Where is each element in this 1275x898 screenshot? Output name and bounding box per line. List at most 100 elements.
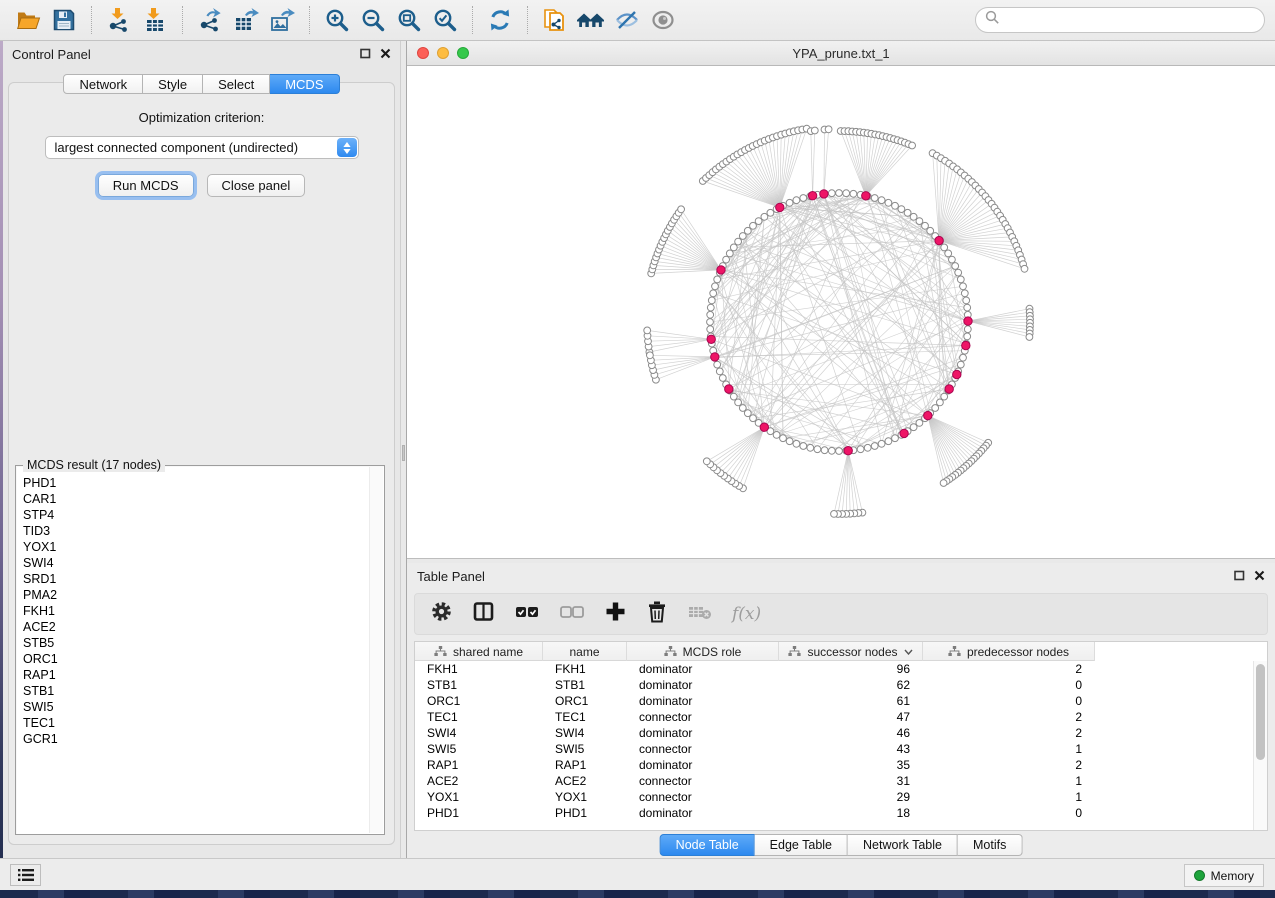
table-panel-title: Table Panel: [417, 569, 485, 584]
tab-style[interactable]: Style: [143, 74, 203, 94]
zoom-in-icon[interactable]: [319, 3, 355, 37]
deselect-all-icon[interactable]: [559, 600, 585, 628]
table-row[interactable]: ACE2ACE2connector311: [415, 773, 1253, 789]
column-header-mcds-role[interactable]: MCDS role: [627, 642, 779, 661]
network-view-title: YPA_prune.txt_1: [407, 46, 1275, 61]
show-columns-icon[interactable]: [472, 600, 495, 628]
cell-successor-nodes: 46: [779, 726, 923, 740]
save-icon[interactable]: [46, 3, 82, 37]
memory-button[interactable]: Memory: [1184, 864, 1264, 887]
close-table-panel-icon[interactable]: [1254, 569, 1265, 584]
float-table-panel-icon[interactable]: [1234, 569, 1245, 584]
mcds-result-item[interactable]: STB1: [23, 683, 384, 699]
mcds-result-item[interactable]: TEC1: [23, 715, 384, 731]
table-scrollbar[interactable]: [1253, 661, 1267, 830]
mcds-result-item[interactable]: SRD1: [23, 571, 384, 587]
optimization-criterion-label: Optimization criterion:: [9, 110, 394, 125]
close-panel-button[interactable]: Close panel: [207, 174, 306, 197]
tab-edge-table[interactable]: Edge Table: [755, 834, 848, 856]
zoom-fit-icon[interactable]: [391, 3, 427, 37]
vertical-splitter[interactable]: [400, 41, 407, 858]
close-panel-icon[interactable]: [380, 47, 391, 62]
table-row[interactable]: SWI4SWI4dominator462: [415, 725, 1253, 741]
network-graph[interactable]: [407, 66, 1275, 558]
export-table-icon[interactable]: [228, 3, 264, 37]
mcds-result-scrollbar[interactable]: [369, 467, 383, 833]
mcds-result-item[interactable]: SWI4: [23, 555, 384, 571]
export-image-icon[interactable]: [264, 3, 300, 37]
table-row[interactable]: YOX1YOX1connector291: [415, 789, 1253, 805]
desktop-wallpaper-bottom: [0, 890, 1275, 898]
column-header-name[interactable]: name: [543, 642, 627, 661]
mcds-result-item[interactable]: ORC1: [23, 651, 384, 667]
tab-mcds[interactable]: MCDS: [270, 74, 339, 94]
table-row[interactable]: ORC1ORC1dominator610: [415, 693, 1253, 709]
mcds-result-item[interactable]: FKH1: [23, 603, 384, 619]
import-table-icon[interactable]: [137, 3, 173, 37]
cell-name: SWI5: [543, 742, 627, 756]
mcds-result-item[interactable]: STB5: [23, 635, 384, 651]
tab-network-table[interactable]: Network Table: [848, 834, 958, 856]
splitter-grip[interactable]: [402, 445, 405, 461]
status-bar: Memory: [0, 858, 1275, 890]
global-search[interactable]: [975, 7, 1265, 33]
mcds-result-item[interactable]: PMA2: [23, 587, 384, 603]
tab-select[interactable]: Select: [203, 74, 270, 94]
cell-mcds-role: connector: [627, 742, 779, 756]
column-header-predecessor-nodes[interactable]: predecessor nodes: [923, 642, 1095, 661]
tab-motifs[interactable]: Motifs: [958, 834, 1022, 856]
list-icon: [18, 868, 34, 882]
mcds-result-item[interactable]: PHD1: [23, 475, 384, 491]
column-header-shared-name[interactable]: shared name: [415, 642, 543, 661]
table-settings-gear-icon[interactable]: [430, 600, 453, 628]
export-network-icon[interactable]: [192, 3, 228, 37]
refresh-icon[interactable]: [482, 3, 518, 37]
select-all-icon[interactable]: [514, 600, 540, 628]
mcds-result-item[interactable]: CAR1: [23, 491, 384, 507]
home-networks-icon[interactable]: [573, 3, 609, 37]
table-row[interactable]: SWI5SWI5connector431: [415, 741, 1253, 757]
table-row[interactable]: RAP1RAP1dominator352: [415, 757, 1253, 773]
search-input[interactable]: [1005, 13, 1255, 28]
table-row[interactable]: FKH1FKH1dominator962: [415, 661, 1253, 677]
float-panel-icon[interactable]: [360, 47, 371, 62]
mcds-result-item[interactable]: STP4: [23, 507, 384, 523]
run-mcds-button[interactable]: Run MCDS: [98, 174, 194, 197]
open-folder-icon[interactable]: [10, 3, 46, 37]
task-history-button[interactable]: [10, 864, 41, 886]
zoom-out-icon[interactable]: [355, 3, 391, 37]
mcds-result-item[interactable]: ACE2: [23, 619, 384, 635]
delete-column-trash-icon[interactable]: [646, 600, 668, 628]
table-panel-titlebar: Table Panel: [407, 563, 1275, 589]
import-network-icon[interactable]: [101, 3, 137, 37]
add-column-icon[interactable]: [604, 600, 627, 628]
table-row[interactable]: STB1STB1dominator620: [415, 677, 1253, 693]
table-row[interactable]: PHD1PHD1dominator180: [415, 805, 1253, 821]
cell-name: RAP1: [543, 758, 627, 772]
cell-successor-nodes: 18: [779, 806, 923, 820]
hide-graphics-details-icon[interactable]: [609, 3, 645, 37]
cell-shared-name: RAP1: [415, 758, 543, 772]
mcds-result-item[interactable]: YOX1: [23, 539, 384, 555]
column-header-successor-nodes[interactable]: successor nodes: [779, 642, 923, 661]
cell-name: ORC1: [543, 694, 627, 708]
delete-table-icon: [687, 601, 713, 628]
tab-node-table[interactable]: Node Table: [660, 834, 755, 856]
table-scrollbar-thumb[interactable]: [1256, 664, 1265, 760]
cell-successor-nodes: 31: [779, 774, 923, 788]
zoom-selected-icon[interactable]: [427, 3, 463, 37]
mcds-result-item[interactable]: RAP1: [23, 667, 384, 683]
mcds-result-item[interactable]: TID3: [23, 523, 384, 539]
mcds-result-item[interactable]: GCR1: [23, 731, 384, 747]
table-row[interactable]: TEC1TEC1connector472: [415, 709, 1253, 725]
tab-network[interactable]: Network: [63, 74, 143, 94]
cell-shared-name: TEC1: [415, 710, 543, 724]
share-document-icon[interactable]: [537, 3, 573, 37]
show-graphics-details-icon[interactable]: [645, 3, 681, 37]
mcds-result-list[interactable]: PHD1CAR1STP4TID3YOX1SWI4SRD1PMA2FKH1ACE2…: [16, 466, 384, 747]
cell-successor-nodes: 35: [779, 758, 923, 772]
network-view-titlebar[interactable]: YPA_prune.txt_1: [407, 41, 1275, 66]
criterion-dropdown[interactable]: largest connected component (undirected): [45, 136, 359, 159]
mcds-result-item[interactable]: SWI5: [23, 699, 384, 715]
network-canvas[interactable]: [407, 66, 1275, 558]
